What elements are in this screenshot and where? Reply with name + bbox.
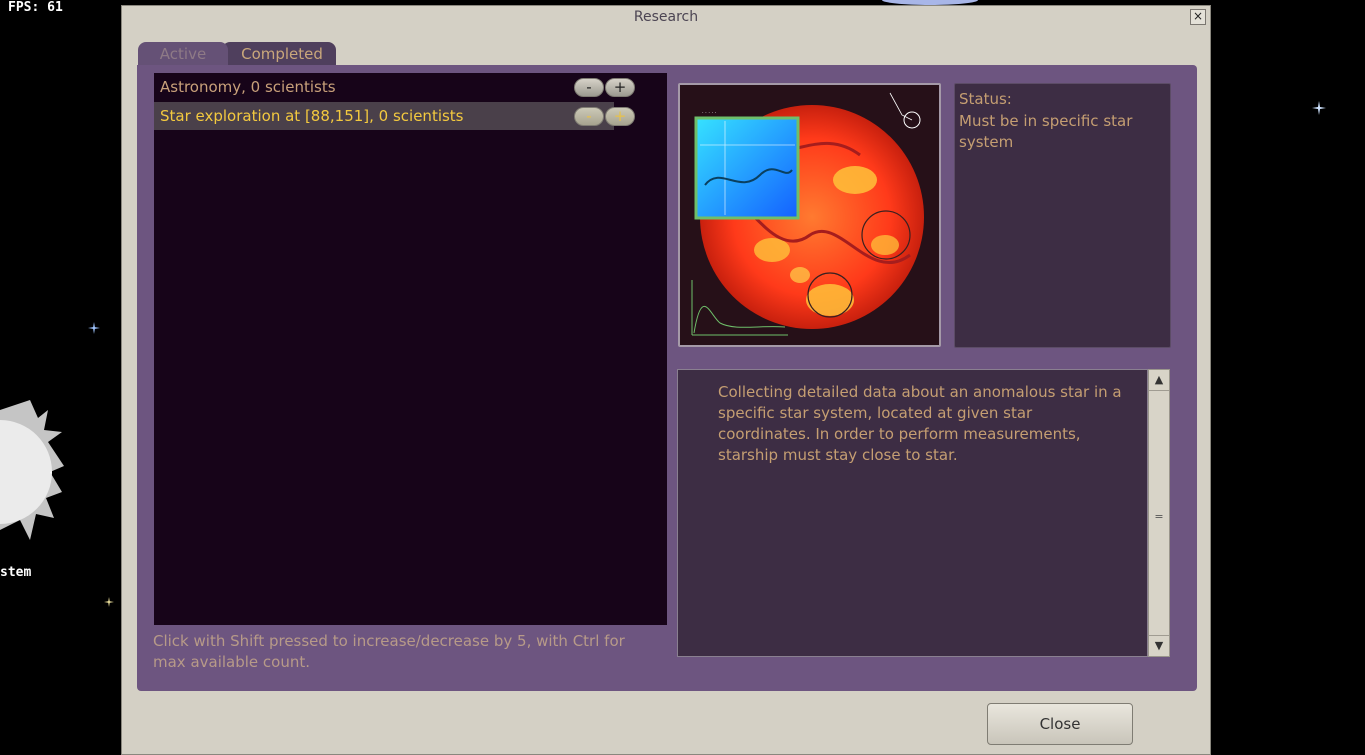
- star-icon: [104, 597, 114, 607]
- description-scrollbar[interactable]: ▲ = ▼: [1148, 369, 1170, 657]
- fps-counter: FPS: 61: [8, 0, 63, 15]
- description-box: Collecting detailed data about an anomal…: [677, 369, 1148, 657]
- star-icon: [1312, 101, 1326, 115]
- tab-active[interactable]: Active: [138, 42, 228, 66]
- anomalous-star-image: . . . . .: [680, 85, 939, 345]
- close-button[interactable]: Close: [987, 703, 1133, 745]
- research-panel: Astronomy, 0 scientists - + Star explora…: [137, 65, 1197, 691]
- hint-text: Click with Shift pressed to increase/dec…: [153, 632, 625, 671]
- decrease-scientists-button[interactable]: -: [574, 107, 604, 126]
- research-list: Astronomy, 0 scientists - + Star explora…: [154, 73, 667, 625]
- status-box: Status: Must be in specific star system: [954, 83, 1171, 348]
- status-text: Must be in specific star system: [959, 112, 1133, 151]
- scroll-up-icon[interactable]: ▲: [1149, 370, 1169, 391]
- research-item-label: Astronomy, 0 scientists: [160, 78, 336, 96]
- description-text: Collecting detailed data about an anomal…: [718, 383, 1122, 464]
- star-icon: [88, 322, 100, 334]
- research-image-frame: . . . . .: [678, 83, 941, 347]
- status-title: Status:: [959, 90, 1012, 108]
- svg-text:. . . . .: . . . . .: [702, 109, 717, 115]
- window-title: Research: [633, 9, 699, 25]
- research-item-selected[interactable]: Star exploration at [88,151], 0 scientis…: [154, 102, 635, 130]
- research-window: Research × Completed Active Astronomy, 0…: [121, 5, 1211, 755]
- research-item-label: Star exploration at [88,151], 0 scientis…: [160, 107, 464, 125]
- sun-icon: [0, 400, 64, 540]
- research-item[interactable]: Astronomy, 0 scientists - +: [154, 73, 667, 101]
- window-close-button[interactable]: ×: [1190, 9, 1206, 25]
- scroll-down-icon[interactable]: ▼: [1149, 635, 1169, 656]
- scroll-thumb[interactable]: =: [1149, 510, 1169, 523]
- increase-scientists-button[interactable]: +: [605, 107, 635, 126]
- increase-scientists-button[interactable]: +: [605, 78, 635, 97]
- system-label: stem: [0, 565, 32, 580]
- decrease-scientists-button[interactable]: -: [574, 78, 604, 97]
- tab-completed[interactable]: Completed: [222, 42, 336, 66]
